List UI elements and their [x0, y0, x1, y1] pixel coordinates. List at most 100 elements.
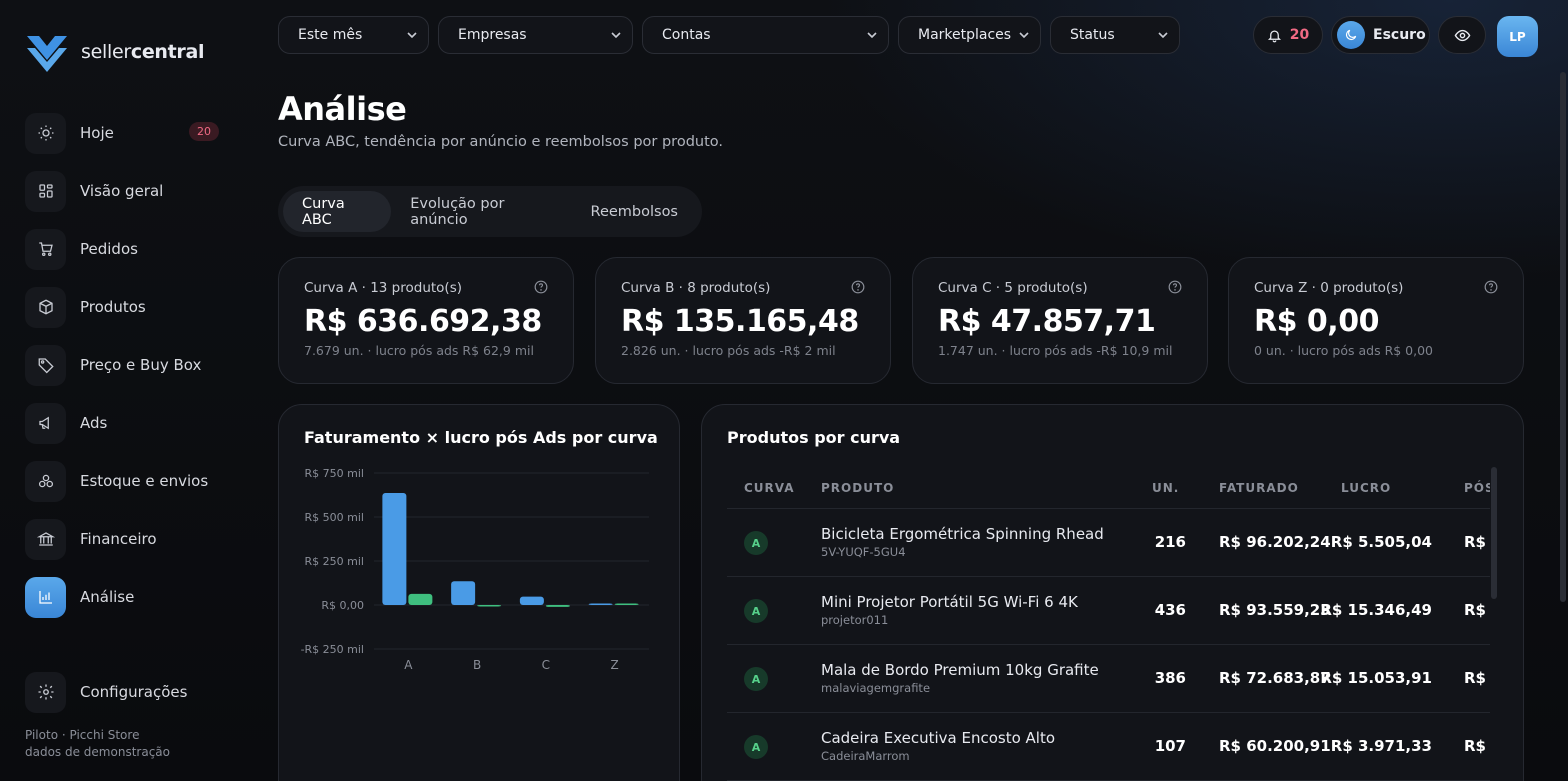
- kpi-card-z: Curva Z · 0 produto(s) R$ 0,00 0 un. · l…: [1228, 257, 1524, 384]
- col-pos[interactable]: PÓS: [1464, 481, 1490, 495]
- moon-icon: [1337, 21, 1365, 49]
- revenue-value: R$ 93.559,23: [1219, 601, 1331, 619]
- col-un[interactable]: UN.: [1152, 481, 1179, 495]
- profit-value: R$ 15.053,91: [1320, 669, 1432, 687]
- bar-c-series-2[interactable]: [545, 605, 570, 607]
- tab-curva-abc[interactable]: Curva ABC: [283, 191, 392, 232]
- kpi-sub: 2.826 un. · lucro pós ads -R$ 2 mil: [621, 343, 836, 358]
- sidebar-item-configuracoes[interactable]: Configurações: [25, 663, 187, 721]
- bar-z-series-1[interactable]: [588, 603, 613, 606]
- sidebar-item-analise[interactable]: Análise: [25, 568, 225, 626]
- analysis-tabs: Curva ABC Evolução por anúncio Reembolso…: [278, 186, 702, 237]
- product-name: Mini Projetor Portátil 5G Wi-Fi 6 4K: [821, 593, 1078, 611]
- help-icon[interactable]: [1484, 280, 1498, 294]
- table-header: CURVA PRODUTO UN. FATURADO LUCRO PÓS: [727, 467, 1490, 509]
- cart-icon: [25, 228, 66, 270]
- topbar: Este mês Empresas Contas Marketplaces St…: [278, 16, 1538, 57]
- footer-store: Piloto · Picchi Store: [25, 728, 140, 742]
- post-value: R$ 1: [1464, 601, 1490, 619]
- tab-evolucao-anuncio[interactable]: Evolução por anúncio: [391, 191, 571, 232]
- companies-select[interactable]: Empresas: [438, 16, 633, 54]
- sidebar-item-financeiro[interactable]: Financeiro: [25, 510, 225, 568]
- product-cell: Bicicleta Ergométrica Spinning Rhead 5V-…: [821, 525, 1104, 559]
- post-value: R$ 1: [1464, 669, 1490, 687]
- col-faturado[interactable]: FATURADO: [1219, 481, 1299, 495]
- curve-badge: A: [744, 735, 768, 759]
- sidebar-item-pedidos[interactable]: Pedidos: [25, 220, 225, 278]
- chevron-down-icon: [1158, 32, 1168, 39]
- table-scrollbar[interactable]: [1491, 467, 1497, 599]
- sidebar-item-estoque-e-envios[interactable]: Estoque e envios: [25, 452, 225, 510]
- table-row[interactable]: A Cadeira Executiva Encosto Alto Cadeira…: [727, 713, 1490, 781]
- logo[interactable]: sellercentral: [25, 32, 205, 72]
- help-icon[interactable]: [1168, 280, 1182, 294]
- post-value: R$: [1464, 533, 1486, 551]
- help-icon[interactable]: [851, 280, 865, 294]
- sidebar-item-label: Configurações: [80, 683, 188, 701]
- status-select-value: Status: [1070, 27, 1115, 43]
- sidebar-item-label: Produtos: [80, 298, 146, 316]
- sidebar-item-label: Estoque e envios: [80, 472, 209, 490]
- marketplaces-select[interactable]: Marketplaces: [898, 16, 1041, 54]
- kpi-card-b: Curva B · 8 produto(s) R$ 135.165,48 2.8…: [595, 257, 891, 384]
- abc-bar-chart: R$ 750 mil R$ 500 mil R$ 250 mil R$ 0,00 -R$…: [301, 467, 649, 672]
- help-icon[interactable]: [534, 280, 548, 294]
- sidebar-item-produtos[interactable]: Produtos: [25, 278, 225, 336]
- product-name: Mala de Bordo Premium 10kg Grafite: [821, 661, 1099, 679]
- period-select-value: Este mês: [298, 27, 363, 43]
- sidebar-item-ads[interactable]: Ads: [25, 394, 225, 452]
- tab-reembolsos[interactable]: Reembolsos: [572, 191, 697, 232]
- sidebar-nav: Hoje 20 Visão geral Pedidos Produtos Preç…: [25, 104, 225, 626]
- accounts-select[interactable]: Contas: [642, 16, 889, 54]
- post-value: R$: [1464, 737, 1486, 755]
- visibility-toggle[interactable]: [1438, 16, 1486, 54]
- bar-b-series-1[interactable]: [451, 581, 476, 605]
- kpi-sub: 1.747 un. · lucro pós ads -R$ 10,9 mil: [938, 343, 1173, 358]
- products-panel: Produtos por curva CURVA PRODUTO UN. FAT…: [701, 404, 1524, 781]
- sidebar-item-hoje[interactable]: Hoje 20: [25, 104, 225, 162]
- products-table: CURVA PRODUTO UN. FATURADO LUCRO PÓS A B…: [727, 467, 1490, 781]
- kpi-card-c: Curva C · 5 produto(s) R$ 47.857,71 1.74…: [912, 257, 1208, 384]
- profit-value: R$ 3.971,33: [1330, 737, 1432, 755]
- curve-badge: A: [744, 531, 768, 555]
- bar-c-series-1[interactable]: [519, 596, 544, 605]
- status-select[interactable]: Status: [1050, 16, 1180, 54]
- col-produto[interactable]: PRODUTO: [821, 481, 894, 495]
- sidebar-item-preco-e-buy-box[interactable]: Preço e Buy Box: [25, 336, 225, 394]
- bar-b-series-2[interactable]: [477, 605, 502, 607]
- chart-icon: [25, 576, 66, 618]
- eye-icon: [1454, 29, 1470, 41]
- bar-z-series-2[interactable]: [614, 603, 639, 606]
- sidebar-item-label: Ads: [80, 414, 108, 432]
- period-select[interactable]: Este mês: [278, 16, 429, 54]
- bar-a-series-1[interactable]: [382, 492, 407, 605]
- page-scrollbar[interactable]: [1560, 72, 1566, 602]
- col-curva[interactable]: CURVA: [744, 481, 795, 495]
- product-sku: 5V-YUQF-5GU4: [821, 545, 906, 559]
- product-cell: Mini Projetor Portátil 5G Wi-Fi 6 4K pro…: [821, 593, 1078, 627]
- product-cell: Mala de Bordo Premium 10kg Grafite malav…: [821, 661, 1099, 695]
- marketplaces-select-value: Marketplaces: [918, 27, 1012, 43]
- avatar[interactable]: LP: [1497, 16, 1538, 57]
- kpi-head: Curva A · 13 produto(s): [304, 280, 462, 296]
- table-row[interactable]: A Bicicleta Ergométrica Spinning Rhead 5…: [727, 509, 1490, 577]
- page-title: Análise: [278, 90, 407, 128]
- table-row[interactable]: A Mala de Bordo Premium 10kg Grafite mal…: [727, 645, 1490, 713]
- kpi-head: Curva B · 8 produto(s): [621, 280, 771, 296]
- product-name: Bicicleta Ergométrica Spinning Rhead: [821, 525, 1104, 543]
- chart-title: Faturamento × lucro pós Ads por curva: [304, 428, 658, 447]
- logo-text: sellercentral: [81, 41, 205, 63]
- units-value: 436: [1154, 601, 1186, 619]
- bell-icon: [1267, 30, 1281, 42]
- theme-toggle[interactable]: Escuro: [1331, 16, 1430, 54]
- product-name: Cadeira Executiva Encosto Alto: [821, 729, 1056, 747]
- sidebar-item-label: Preço e Buy Box: [80, 356, 202, 374]
- sidebar-item-label: Pedidos: [80, 240, 138, 258]
- sidebar-item-visao-geral[interactable]: Visão geral: [25, 162, 225, 220]
- col-lucro[interactable]: LUCRO: [1341, 481, 1391, 495]
- x-tick-label: B: [473, 658, 481, 672]
- bar-a-series-2[interactable]: [408, 593, 433, 605]
- footer-note: Piloto · Picchi Store dados de demonstra…: [25, 727, 170, 761]
- notifications-button[interactable]: 20: [1253, 16, 1323, 54]
- table-row[interactable]: A Mini Projetor Portátil 5G Wi-Fi 6 4K p…: [727, 577, 1490, 645]
